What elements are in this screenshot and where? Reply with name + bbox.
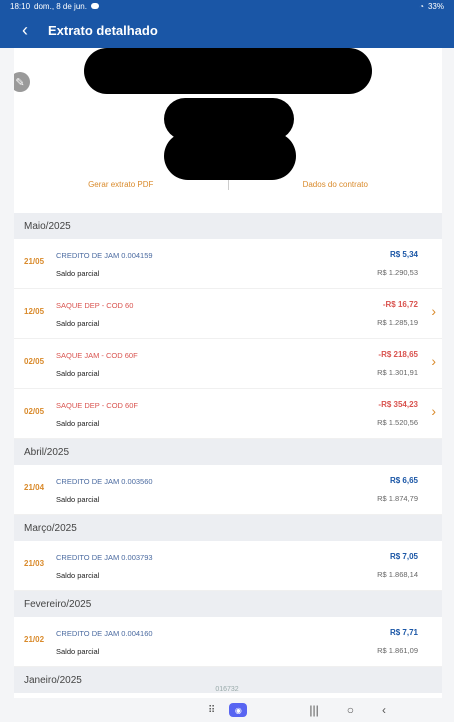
- chevron-right-icon[interactable]: ›: [431, 403, 436, 419]
- transaction-row[interactable]: 21/04 CREDITO DE JAM 0.003560 Saldo parc…: [14, 465, 442, 515]
- tx-description: SAQUE DEP - COD 60F: [56, 401, 138, 410]
- battery-level: 33%: [427, 1, 444, 11]
- tx-date: 02/05: [24, 407, 45, 416]
- discord-notification-icon: [90, 3, 99, 9]
- tx-date: 21/03: [24, 559, 45, 568]
- month-header-maio: Maio/2025: [14, 213, 442, 239]
- tx-balance: R$ 1.868,14: [377, 570, 418, 579]
- tx-saldo-label: Saldo parcial: [56, 495, 100, 504]
- transaction-row[interactable]: 02/05 SAQUE DEP - COD 60F Saldo parcial …: [14, 389, 442, 439]
- tx-saldo-label: Saldo parcial: [56, 419, 100, 428]
- tx-amount: R$ 7,05: [389, 552, 418, 561]
- tx-balance: R$ 1.861,09: [377, 646, 418, 655]
- redacted-block: [84, 48, 372, 94]
- tx-description: CREDITO DE JAM 0.003793: [56, 553, 153, 562]
- apps-grid-icon[interactable]: ⠿: [208, 705, 215, 716]
- tx-description: CREDITO DE JAM 0.004159: [56, 251, 153, 260]
- tx-amount: -R$ 16,72: [382, 300, 418, 309]
- tx-saldo-label: Saldo parcial: [56, 319, 100, 328]
- home-icon[interactable]: ○: [347, 703, 354, 717]
- chevron-right-icon[interactable]: ›: [431, 303, 436, 319]
- status-date: dom., 8 de jun.: [34, 1, 87, 11]
- tx-saldo-label: Saldo parcial: [56, 269, 100, 278]
- statement-card: ✎ Gerar extrato PDF Dados do contrato Ma…: [14, 48, 442, 698]
- redacted-block: [164, 132, 296, 180]
- back-nav-icon[interactable]: ‹: [382, 703, 386, 717]
- tx-amount: R$ 7,71: [389, 628, 418, 637]
- tx-amount: R$ 5,34: [389, 250, 418, 259]
- page-title: Extrato detalhado: [48, 22, 158, 38]
- tx-saldo-label: Saldo parcial: [56, 571, 100, 580]
- account-header: ✎ Gerar extrato PDF Dados do contrato: [14, 48, 442, 213]
- tx-description: SAQUE DEP - COD 60: [56, 301, 134, 310]
- tx-amount: -R$ 218,65: [378, 350, 418, 359]
- footer-hint: 016732: [215, 686, 239, 693]
- status-bar: 18:10 dom., 8 de jun. ◔ 33%: [0, 0, 454, 12]
- pencil-icon[interactable]: ✎: [14, 72, 30, 92]
- month-header-abril: Abril/2025: [14, 439, 442, 465]
- tx-date: 21/04: [24, 483, 45, 492]
- tx-description: SAQUE JAM - COD 60F: [56, 351, 138, 360]
- tx-description: CREDITO DE JAM 0.003560: [56, 477, 153, 486]
- generate-pdf-link[interactable]: Gerar extrato PDF: [14, 180, 228, 190]
- tx-date: 02/05: [24, 357, 45, 366]
- tx-amount: R$ 6,65: [389, 476, 418, 485]
- transaction-row[interactable]: 12/05 SAQUE DEP - COD 60 Saldo parcial -…: [14, 289, 442, 339]
- tx-date: 12/05: [24, 307, 45, 316]
- recent-apps-icon[interactable]: |||: [309, 703, 318, 717]
- tx-amount: -R$ 354,23: [378, 400, 418, 409]
- tx-date: 21/05: [24, 257, 45, 266]
- tx-balance: R$ 1.874,79: [377, 494, 418, 503]
- back-button[interactable]: ‹: [22, 21, 44, 39]
- tx-balance: R$ 1.301,91: [377, 368, 418, 377]
- tx-saldo-label: Saldo parcial: [56, 647, 100, 656]
- tx-description: CREDITO DE JAM 0.004160: [56, 629, 153, 638]
- wifi-icon: ◔: [419, 1, 424, 11]
- month-header-marco: Março/2025: [14, 515, 442, 541]
- contract-data-link[interactable]: Dados do contrato: [229, 180, 443, 190]
- tx-date: 21/02: [24, 635, 45, 644]
- transaction-row[interactable]: 21/03 CREDITO DE JAM 0.003793 Saldo parc…: [14, 541, 442, 591]
- tx-balance: R$ 1.290,53: [377, 268, 418, 277]
- month-header-fevereiro: Fevereiro/2025: [14, 591, 442, 617]
- discord-app-icon[interactable]: ◉: [229, 703, 248, 717]
- tx-saldo-label: Saldo parcial: [56, 369, 100, 378]
- tx-balance: R$ 1.520,56: [377, 418, 418, 427]
- transaction-row[interactable]: 21/02 CREDITO DE JAM 0.004160 Saldo parc…: [14, 617, 442, 667]
- chevron-right-icon[interactable]: ›: [431, 353, 436, 369]
- transaction-row[interactable]: 02/05 SAQUE JAM - COD 60F Saldo parcial …: [14, 339, 442, 389]
- header-links: Gerar extrato PDF Dados do contrato: [14, 180, 442, 190]
- app-bar: ‹ Extrato detalhado: [0, 12, 454, 48]
- tx-balance: R$ 1.285,19: [377, 318, 418, 327]
- transaction-row[interactable]: 21/05 CREDITO DE JAM 0.004159 Saldo parc…: [14, 239, 442, 289]
- status-time: 18:10: [10, 1, 31, 11]
- system-nav-bar: ⠿ ◉ ||| ○ ‹: [0, 698, 454, 722]
